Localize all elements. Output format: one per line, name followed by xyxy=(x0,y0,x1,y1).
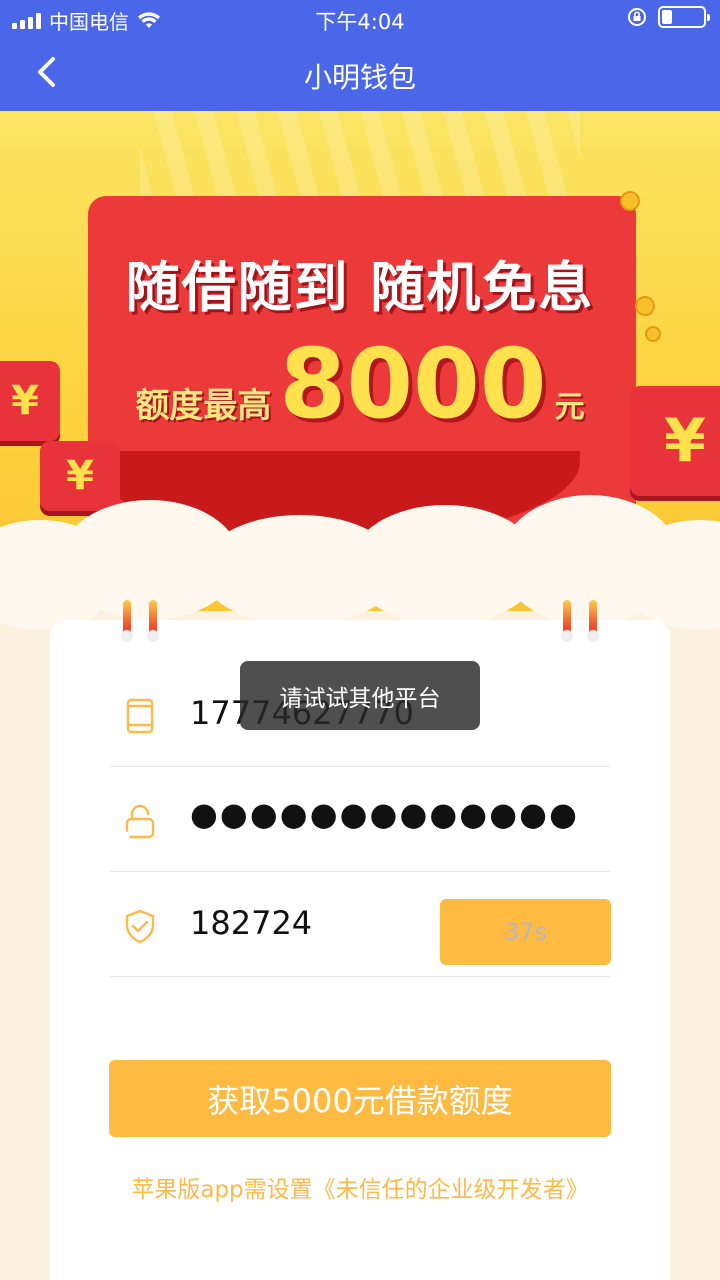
amount-value: 8000 xyxy=(279,328,547,440)
status-bar: 中国电信 下午4:04 xyxy=(0,0,720,36)
developer-trust-hint[interactable]: 苹果版app需设置《未信任的企业级开发者》 xyxy=(50,1170,670,1204)
verification-code-field[interactable]: 182724 xyxy=(190,904,312,942)
gift-box-left-bottom: ¥ xyxy=(40,441,120,511)
status-right xyxy=(626,6,710,28)
banner-headline: 随借随到 随机免息 xyxy=(125,256,595,319)
phone-icon xyxy=(126,698,154,734)
get-code-button[interactable]: 37s xyxy=(440,899,611,965)
password-row[interactable]: ●●●●●●●●●●●●● xyxy=(110,767,610,872)
orientation-lock-icon xyxy=(628,8,646,26)
coin-icon xyxy=(620,191,640,211)
gift-box-right: ¥ xyxy=(630,386,720,496)
card-pin xyxy=(147,600,159,642)
coin-icon xyxy=(635,296,655,316)
password-field[interactable]: ●●●●●●●●●●●●● xyxy=(190,795,579,833)
toast-text: 请试试其他平台 xyxy=(279,685,441,712)
status-time: 下午4:04 xyxy=(315,10,405,34)
coin-icon xyxy=(645,326,661,342)
submit-label: 获取5000元借款额度 xyxy=(207,1081,513,1120)
lock-icon xyxy=(125,804,155,839)
amount-unit: 元 xyxy=(554,390,585,425)
page-title: 小明钱包 xyxy=(303,61,416,94)
submit-button[interactable]: 获取5000元借款额度 xyxy=(109,1060,611,1137)
card-pin xyxy=(561,600,573,642)
shield-check-icon xyxy=(125,909,155,944)
toast-message: 请试试其他平台 xyxy=(240,661,480,730)
gift-box-left-top: ¥ xyxy=(0,361,60,441)
nav-bar: 小明钱包 xyxy=(0,36,720,111)
countdown-label: 37s xyxy=(503,918,548,946)
card-pin xyxy=(587,600,599,642)
amount-label: 额度最高 xyxy=(135,386,272,426)
card-pin xyxy=(121,600,133,642)
banner-amount: 额度最高 8000 元 xyxy=(110,336,610,432)
battery-icon xyxy=(658,6,710,28)
